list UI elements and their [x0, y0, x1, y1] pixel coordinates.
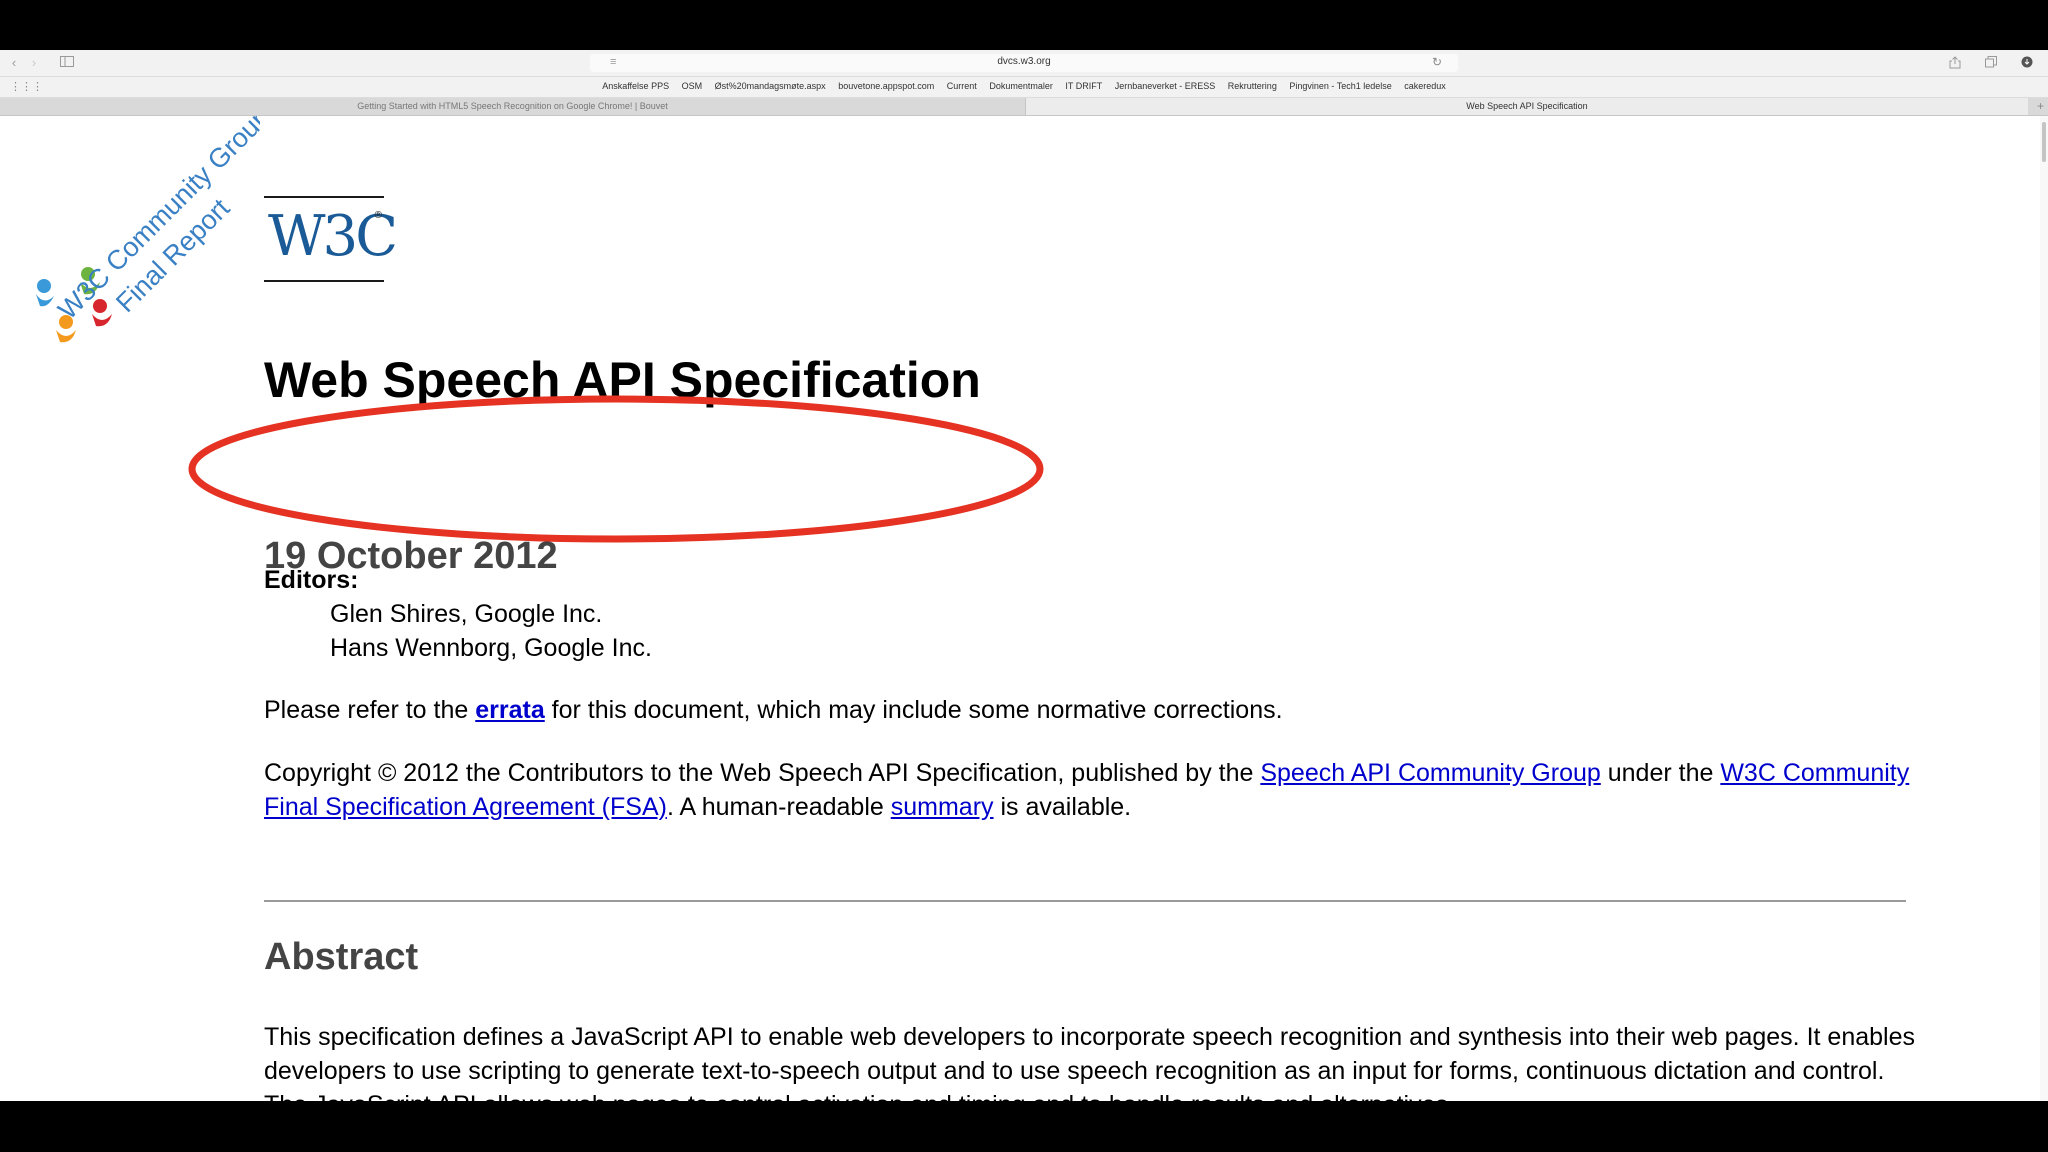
- share-icon[interactable]: [1948, 56, 1962, 70]
- tab-bar: Getting Started with HTML5 Speech Recogn…: [0, 98, 2048, 116]
- reload-icon[interactable]: ↻: [1432, 55, 1442, 69]
- community-group-badge: W3C Community Group Final Report: [36, 116, 260, 343]
- errata-post-text: for this document, which may include som…: [544, 696, 1283, 724]
- bookmark-list: Anskaffelse PPS OSM Øst%20mandagsmøte.as…: [0, 81, 2048, 91]
- bookmark-item[interactable]: cakeredux: [1404, 81, 1446, 91]
- bookmark-item[interactable]: Jernbaneverket - ERESS: [1115, 81, 1216, 91]
- copyright-post-text: is available.: [993, 793, 1132, 821]
- errata-paragraph: Please refer to the errata for this docu…: [264, 696, 1283, 725]
- browser-window: ‹ › ≡ dvcs.w3.org ↻ ⋮⋮⋮ Anskaffelse PPS …: [0, 50, 2048, 1101]
- w3c-logo[interactable]: W3C ®: [264, 196, 398, 282]
- bookmark-item[interactable]: Øst%20mandagsmøte.aspx: [715, 81, 826, 91]
- bookmark-item[interactable]: Rekruttering: [1228, 81, 1277, 91]
- copyright-pre-text: Copyright © 2012 the Contributors to the…: [264, 759, 1261, 787]
- bookmark-item[interactable]: IT DRIFT: [1065, 81, 1102, 91]
- editors-label: Editors:: [264, 566, 359, 594]
- vertical-scrollbar[interactable]: [2040, 116, 2048, 1101]
- back-icon[interactable]: ‹: [8, 56, 20, 70]
- bookmark-item[interactable]: Current: [947, 81, 977, 91]
- downloads-icon[interactable]: [2020, 56, 2034, 70]
- address-bar[interactable]: ≡ dvcs.w3.org ↻: [590, 54, 1458, 72]
- bookmarks-bar: ⋮⋮⋮ Anskaffelse PPS OSM Øst%20mandagsmøt…: [0, 77, 2048, 98]
- copyright-mid-text: under the: [1600, 759, 1721, 787]
- bookmark-item[interactable]: OSM: [682, 81, 703, 91]
- errata-link[interactable]: errata: [475, 696, 545, 724]
- abstract-heading: Abstract: [264, 936, 419, 978]
- abstract-text: This specification defines a JavaScript …: [264, 1023, 1915, 1101]
- url-text: dvcs.w3.org: [997, 56, 1051, 67]
- tab-web-speech-spec[interactable]: Web Speech API Specification: [1026, 98, 2028, 115]
- section-divider: [264, 900, 1906, 902]
- scrollbar-thumb[interactable]: [2042, 122, 2046, 162]
- editor-name: Hans Wennborg, Google Inc.: [330, 634, 652, 662]
- page-content: W3C Community Group Final Report W3C ® W…: [0, 116, 2040, 1101]
- new-tab-icon[interactable]: +: [2037, 98, 2044, 115]
- tab-bouvet[interactable]: Getting Started with HTML5 Speech Recogn…: [0, 98, 1026, 115]
- bookmark-item[interactable]: Pingvinen - Tech1 ledelse: [1289, 81, 1391, 91]
- sidebar-icon[interactable]: [60, 56, 74, 70]
- bookmark-item[interactable]: bouvetone.appspot.com: [838, 81, 934, 91]
- copyright-mid2-text: . A human-readable: [666, 793, 891, 821]
- errata-pre-text: Please refer to the: [264, 696, 476, 724]
- browser-toolbar: ‹ › ≡ dvcs.w3.org ↻: [0, 50, 2048, 77]
- copyright-paragraph: Copyright © 2012 the Contributors to the…: [264, 756, 1924, 824]
- registered-mark: ®: [374, 210, 382, 221]
- editor-name: Glen Shires, Google Inc.: [330, 600, 603, 628]
- tabs-overview-icon[interactable]: [1984, 56, 1998, 70]
- summary-link[interactable]: summary: [891, 793, 994, 821]
- bookmark-item[interactable]: Anskaffelse PPS: [602, 81, 669, 91]
- community-group-link[interactable]: Speech API Community Group: [1260, 759, 1600, 787]
- title-annotation-ellipse: [188, 395, 1044, 543]
- forward-icon[interactable]: ›: [28, 56, 40, 70]
- bookmark-item[interactable]: Dokumentmaler: [989, 81, 1053, 91]
